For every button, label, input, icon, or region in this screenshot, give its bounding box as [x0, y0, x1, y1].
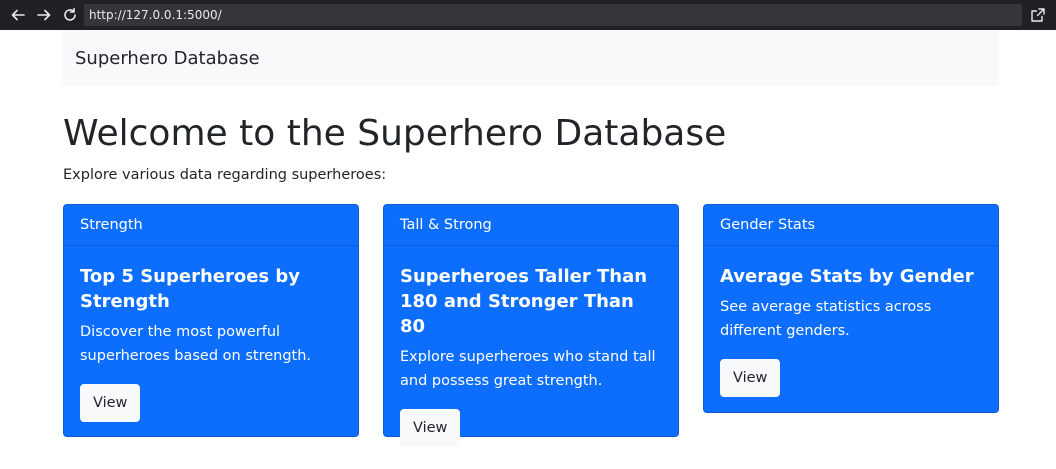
card-header: Strength [64, 205, 358, 246]
address-bar[interactable]: http://127.0.0.1:5000/ [84, 4, 1022, 26]
card-tall-strong: Tall & Strong Superheroes Taller Than 18… [383, 204, 679, 447]
card-text: See average statistics across different … [720, 299, 932, 339]
browser-toolbar: http://127.0.0.1:5000/ [0, 0, 1056, 30]
card-header: Tall & Strong [384, 205, 678, 246]
page-lead-text: Explore various data regarding superhero… [63, 167, 387, 183]
card-title: Average Stats by Gender [720, 266, 974, 287]
card-body: Superheroes Taller Than 180 and Stronger… [384, 246, 678, 463]
view-gender-stats-button[interactable]: View [720, 359, 781, 397]
navbar-brand[interactable]: Superhero Database [75, 48, 260, 69]
navbar: Superhero Database [63, 30, 999, 86]
card-body: Top 5 Superheroes by Strength Discover t… [64, 246, 358, 438]
card-text: Discover the most powerful superheroes b… [80, 324, 312, 364]
reload-icon[interactable] [58, 3, 82, 27]
card-gender-stats: Gender Stats Average Stats by Gender See… [703, 204, 999, 413]
open-external-icon[interactable] [1028, 5, 1048, 25]
forward-arrow-icon[interactable] [32, 3, 56, 27]
view-strength-button[interactable]: View [80, 384, 141, 422]
card-title: Superheroes Taller Than 180 and Stronger… [400, 266, 648, 337]
view-tall-strong-button[interactable]: View [400, 409, 461, 447]
page-title: Welcome to the Superhero Database [63, 113, 727, 154]
card-text: Explore superheroes who stand tall and p… [400, 349, 656, 389]
card-title: Top 5 Superheroes by Strength [80, 266, 301, 312]
back-arrow-icon[interactable] [6, 3, 30, 27]
card-header: Gender Stats [704, 205, 998, 246]
card-body: Average Stats by Gender See average stat… [704, 246, 998, 413]
card-strength: Strength Top 5 Superheroes by Strength D… [63, 204, 359, 437]
